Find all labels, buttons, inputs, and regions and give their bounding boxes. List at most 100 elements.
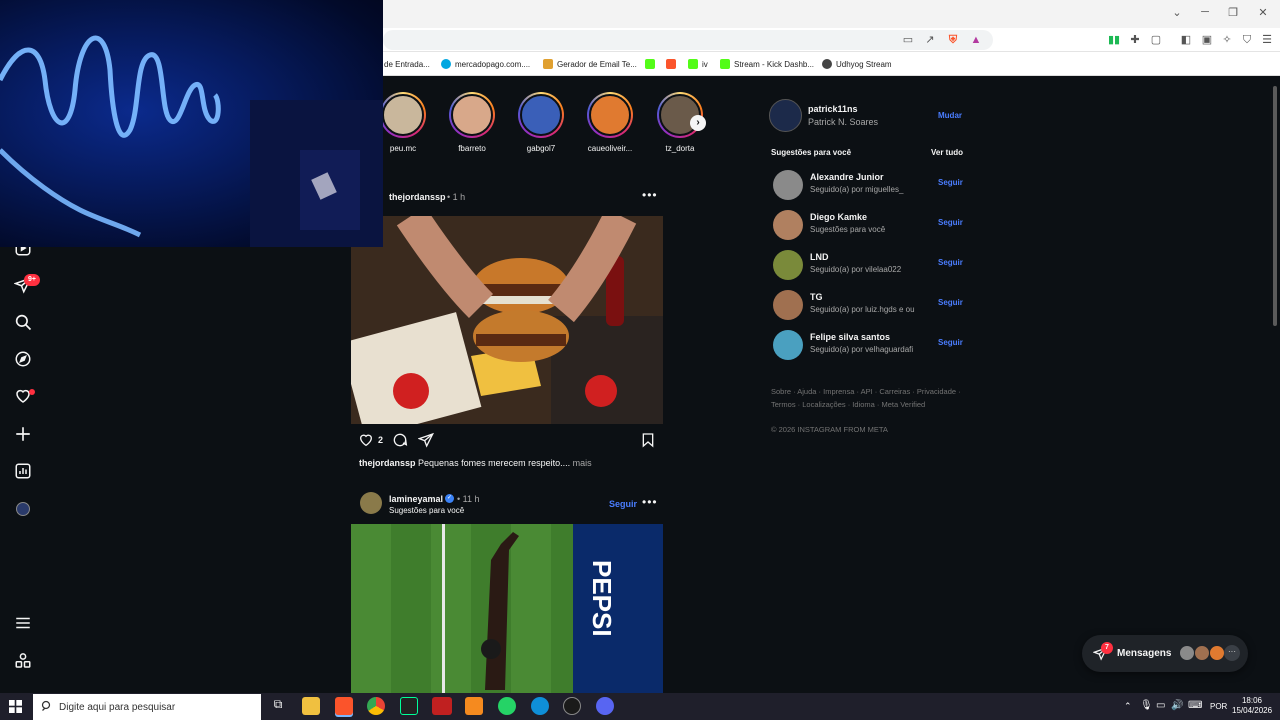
page-scrollbar[interactable] <box>1270 76 1280 693</box>
keyboard-icon[interactable]: ⌨ <box>1188 700 1202 711</box>
story-item[interactable]: gabgol7 <box>511 92 571 153</box>
follow-button[interactable]: Seguir <box>938 298 963 307</box>
caption-more-link[interactable]: mais <box>573 458 592 468</box>
brave-shield-icon[interactable]: ⛨ <box>946 33 960 47</box>
profile-avatar-icon[interactable] <box>14 500 34 520</box>
caption-username[interactable]: thejordanssp <box>359 458 416 468</box>
search-icon[interactable] <box>14 313 34 333</box>
sublime-icon[interactable] <box>465 697 483 715</box>
story-username: caueoliveir... <box>587 144 633 153</box>
switch-account-button[interactable]: Mudar <box>938 111 962 120</box>
clock[interactable]: 18:06 15/04/2026 <box>1232 696 1272 716</box>
extensions-icon[interactable]: ✚ <box>1128 33 1142 47</box>
suggestion-avatar[interactable] <box>773 210 803 240</box>
suggestion-item: Alexandre Junior Seguido(a) por miguelle… <box>773 170 963 200</box>
profile-avatar[interactable] <box>769 99 802 132</box>
bookmark-item[interactable]: Stream - Kick Dashb... <box>720 57 814 71</box>
follow-button[interactable]: Seguir <box>938 338 963 347</box>
more-menu-icon[interactable] <box>14 614 34 634</box>
menu-icon[interactable]: ☰ <box>1260 33 1274 47</box>
suggestion-avatar[interactable] <box>773 170 803 200</box>
suggestion-subtitle: Seguido(a) por luiz.hgds e ou <box>810 305 915 314</box>
cast-icon[interactable]: ▭ <box>901 33 915 47</box>
obs-icon[interactable] <box>563 697 581 715</box>
footer-links-line1[interactable]: Sobre · Ajuda · Imprensa · API · Carreir… <box>771 387 961 396</box>
bookmark-item[interactable]: de Entrada... <box>384 57 430 71</box>
save-bookmark-icon[interactable] <box>640 432 656 453</box>
scrollbar-thumb[interactable] <box>1273 86 1277 326</box>
minimize-icon[interactable]: ─ <box>1198 6 1212 18</box>
share-icon[interactable]: ↗ <box>923 33 937 47</box>
language-indicator[interactable]: POR <box>1210 702 1227 711</box>
post-author-avatar[interactable] <box>360 492 382 514</box>
like-heart-icon[interactable] <box>358 432 374 453</box>
wallet-icon[interactable]: ▣ <box>1200 33 1214 47</box>
messages-button[interactable]: 7 Mensagens ··· <box>1082 635 1248 672</box>
bookmark-item[interactable]: mercadopago.com.... <box>441 57 530 71</box>
post-username[interactable]: lamineyamal <box>389 494 443 504</box>
profile-username[interactable]: patrick11ns <box>808 104 858 114</box>
comment-icon[interactable] <box>392 432 408 453</box>
volume-icon[interactable]: 🔊 <box>1171 700 1183 711</box>
suggestion-name[interactable]: Felipe silva santos <box>810 332 890 342</box>
post-options-icon[interactable]: ••• <box>642 188 658 202</box>
follow-button[interactable]: Seguir <box>938 178 963 187</box>
windows-start-icon[interactable] <box>9 700 22 718</box>
post-image[interactable] <box>351 216 663 424</box>
whatsapp-icon[interactable] <box>498 697 516 715</box>
share-send-icon[interactable] <box>417 432 434 453</box>
tab-icon[interactable]: ▢ <box>1149 33 1163 47</box>
suggestion-avatar[interactable] <box>773 330 803 360</box>
discord-icon[interactable] <box>596 697 614 715</box>
restore-icon[interactable]: ❐ <box>1226 6 1240 19</box>
suggestion-name[interactable]: TG <box>810 292 823 302</box>
follow-button[interactable]: Seguir <box>938 218 963 227</box>
see-all-link[interactable]: Ver tudo <box>931 148 963 157</box>
taskbar-search-input[interactable]: Digite aqui para pesquisar <box>33 694 261 720</box>
tab-list-chevron-icon[interactable]: ⌄ <box>1170 6 1184 19</box>
explore-compass-icon[interactable] <box>14 350 34 370</box>
bookmark-item[interactable]: Udhyog Stream <box>822 57 892 71</box>
suggestion-name[interactable]: Diego Kamke <box>810 212 867 222</box>
create-plus-icon[interactable] <box>14 425 34 445</box>
follow-button[interactable]: Seguir <box>609 499 637 509</box>
bookmark-item[interactable] <box>666 57 676 71</box>
file-explorer-icon[interactable] <box>302 697 320 715</box>
suggestion-avatar[interactable] <box>773 290 803 320</box>
suggestion-name[interactable]: Alexandre Junior <box>810 172 884 182</box>
app-icon[interactable] <box>432 697 452 715</box>
footer-links-line2[interactable]: Termos · Localizações · Idioma · Meta Ve… <box>771 400 925 409</box>
brave-browser-icon[interactable] <box>335 697 353 715</box>
sidebar-icon[interactable]: ◧ <box>1179 33 1193 47</box>
microphone-icon[interactable]: 🎙 <box>1140 700 1153 711</box>
suggestion-item: Felipe silva santos Seguido(a) por velha… <box>773 330 963 360</box>
follow-button[interactable]: Seguir <box>938 258 963 267</box>
dashboard-chart-icon[interactable] <box>14 462 34 482</box>
story-avatar <box>589 94 631 136</box>
capcut-icon[interactable] <box>400 697 418 715</box>
taskbar-search-placeholder: Digite aqui para pesquisar <box>59 701 176 713</box>
leo-ai-icon[interactable]: ✧ <box>1220 33 1234 47</box>
post-options-icon[interactable]: ••• <box>642 495 658 509</box>
network-icon[interactable]: ▭ <box>1156 700 1165 711</box>
suggestion-name[interactable]: LND <box>810 252 829 262</box>
stories-next-chevron-icon[interactable]: › <box>690 115 706 131</box>
like-count[interactable]: 2 <box>378 435 383 445</box>
brave-rewards-icon[interactable]: ▲ <box>969 33 983 47</box>
tray-chevron-icon[interactable]: ⌃ <box>1124 701 1132 712</box>
vpn-icon[interactable]: ⛉ <box>1240 33 1254 47</box>
task-view-icon[interactable]: ⧉ <box>269 697 287 715</box>
bookmark-item[interactable] <box>645 57 655 71</box>
chrome-icon[interactable] <box>367 697 385 715</box>
story-item[interactable]: caueoliveir... <box>580 92 640 153</box>
verified-badge-icon: ✓ <box>445 494 454 503</box>
close-window-icon[interactable]: ✕ <box>1256 6 1270 19</box>
story-item[interactable]: fbarreto <box>442 92 502 153</box>
suggestion-avatar[interactable] <box>773 250 803 280</box>
edge-icon[interactable] <box>531 697 549 715</box>
extension-bars-icon[interactable]: ▮▮ <box>1107 33 1121 47</box>
bookmark-item[interactable]: iv <box>688 57 708 71</box>
post-username[interactable]: thejordanssp <box>389 192 446 202</box>
threads-apps-icon[interactable] <box>14 652 34 672</box>
bookmark-item[interactable]: Gerador de Email Te... <box>543 57 637 71</box>
